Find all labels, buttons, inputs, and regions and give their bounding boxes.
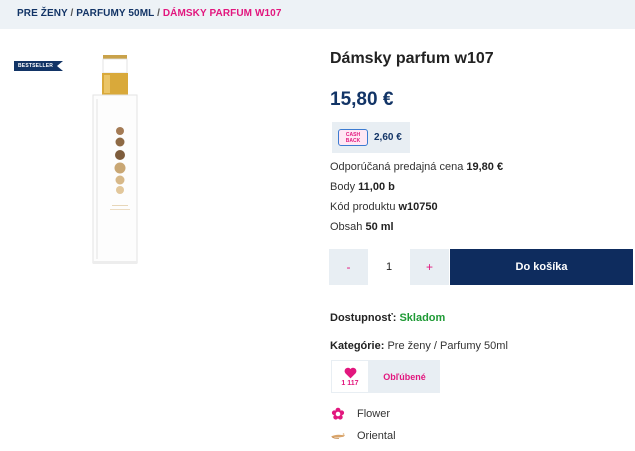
favorites-button[interactable]: 1 117 Obľúbené (331, 360, 440, 393)
points-label: Body (330, 181, 356, 193)
recommended-price-row: Odporúčaná predajná cena 19,80 € (330, 161, 503, 173)
note-oriental-label: Oriental (357, 430, 396, 442)
breadcrumb-item-parfumy-50ml[interactable]: PARFUMY 50ML (76, 8, 154, 19)
perfume-bottle-image (92, 55, 138, 264)
heart-icon (344, 367, 356, 378)
breadcrumb-item-pre-zeny[interactable]: PRE ŽENY (17, 8, 68, 19)
category-value[interactable]: Pre ženy / Parfumy 50ml (387, 340, 507, 352)
category: Kategórie: Pre ženy / Parfumy 50ml (330, 340, 508, 352)
points-value: 11,00 b (358, 181, 395, 193)
flower-icon (330, 407, 346, 421)
category-label: Kategórie: (330, 340, 385, 352)
breadcrumb-bar: PRE ŽENY / PARFUMY 50ML / DÁMSKY PARFUM … (0, 0, 635, 29)
volume-value: 50 ml (365, 221, 394, 233)
note-oriental: Oriental (330, 429, 396, 443)
note-flower-label: Flower (357, 408, 391, 420)
product-image[interactable] (90, 55, 150, 270)
product-code-row: Kód produktu w10750 (330, 201, 438, 213)
favorites-label: Obľúbené (383, 371, 426, 382)
quantity-increase-button[interactable]: + (410, 249, 449, 285)
availability-value: Skladom (399, 312, 446, 324)
quantity-decrease-button[interactable]: - (329, 249, 368, 285)
cashback-icon: CASH BACK (338, 129, 368, 146)
favorites-heart-box[interactable]: 1 117 (331, 360, 369, 393)
oriental-icon (330, 429, 346, 443)
product-price: 15,80 € (330, 89, 394, 110)
breadcrumb-item-current: DÁMSKY PARFUM W107 (162, 8, 282, 19)
product-code-value: w10750 (398, 201, 438, 213)
quantity-stepper: - 1 + (329, 249, 449, 285)
cashback-icon-line2: BACK (345, 137, 361, 144)
bestseller-badge: BESTSELLER (14, 61, 64, 71)
cashback-value: 2,60 € (374, 132, 402, 143)
favorites-count: 1 117 (341, 379, 359, 387)
availability-label: Dostupnosť: (330, 312, 397, 324)
product-code-label: Kód produktu (330, 201, 396, 213)
volume-label: Obsah (330, 221, 363, 233)
points-row: Body 11,00 b (330, 181, 395, 193)
availability: Dostupnosť: Skladom (330, 312, 445, 324)
volume-row: Obsah 50 ml (330, 221, 394, 233)
recommended-price-value: 19,80 € (466, 161, 504, 173)
note-flower: Flower (330, 407, 390, 421)
add-to-cart-button[interactable]: Do košíka (450, 249, 633, 285)
cashback-badge: CASH BACK 2,60 € (332, 122, 410, 153)
product-title: Dámsky parfum w107 (330, 50, 494, 67)
recommended-price-label: Odporúčaná predajná cena (330, 161, 464, 173)
quantity-input[interactable]: 1 (368, 249, 410, 285)
breadcrumb: PRE ŽENY / PARFUMY 50ML / DÁMSKY PARFUM … (17, 8, 282, 19)
